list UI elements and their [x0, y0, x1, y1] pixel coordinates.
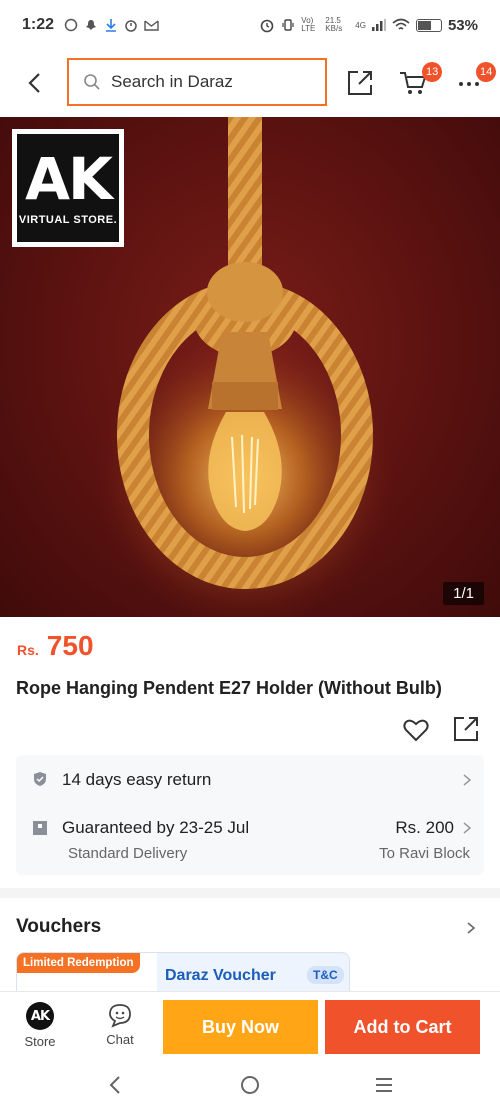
- service-card: 14 days easy return Guaranteed by 23-25 …: [16, 755, 484, 875]
- store-label: Store: [24, 1034, 56, 1049]
- store-logo: AK VIRTUAL STORE.: [12, 129, 124, 247]
- gmail-icon: [144, 20, 159, 31]
- nav-recents-button[interactable]: [372, 1073, 396, 1097]
- return-text: 14 days easy return: [62, 770, 212, 789]
- signal-type: 4G: [355, 20, 366, 30]
- bottom-action-bar: AK Store Chat Buy Now Add to Cart: [0, 991, 500, 1059]
- price-value: 750: [46, 630, 94, 661]
- chevron-right-icon: [463, 822, 472, 834]
- chevron-left-icon: [109, 1076, 120, 1094]
- delivery-location: To Ravi Block: [379, 845, 470, 862]
- chat-button[interactable]: Chat: [95, 1002, 145, 1047]
- share-button[interactable]: [343, 66, 377, 100]
- download-icon: [106, 19, 117, 32]
- vouchers-title: Vouchers: [16, 916, 102, 937]
- search-input[interactable]: Search in Daraz: [67, 58, 327, 106]
- return-row[interactable]: 14 days easy return: [16, 767, 484, 807]
- delivery-guarantee: Guaranteed by 23-25 Jul: [62, 818, 250, 837]
- delivery-type: Standard Delivery: [68, 845, 188, 862]
- alarm-icon: [260, 19, 274, 33]
- network-type: Vo) LTE: [301, 16, 316, 33]
- back-button[interactable]: [20, 68, 50, 98]
- delivery-row[interactable]: Guaranteed by 23-25 Jul Standard Deliver…: [16, 815, 484, 870]
- system-nav-bar: [0, 1059, 500, 1111]
- more-icon: [459, 82, 479, 86]
- section-divider: [0, 888, 500, 898]
- product-title: Rope Hanging Pendent E27 Holder (Without…: [16, 678, 442, 698]
- status-left: 1:22: [22, 16, 159, 34]
- shield-check-icon: [34, 772, 46, 786]
- snapchat-icon: [86, 20, 97, 30]
- wishlist-button[interactable]: [402, 716, 430, 744]
- nav-home-button[interactable]: [238, 1073, 262, 1097]
- whatsapp-icon: [64, 18, 78, 32]
- share-icon: [348, 71, 372, 95]
- wifi-icon: [392, 18, 410, 30]
- cart-badge: 13: [422, 62, 443, 82]
- search-placeholder: Search in Daraz: [111, 72, 233, 91]
- network-speed: 21.5 KB/s: [325, 16, 343, 33]
- share-icon: [454, 717, 478, 741]
- chevron-right-icon[interactable]: [466, 921, 476, 935]
- store-logo-inner: AK VIRTUAL STORE.: [17, 134, 119, 242]
- chevron-right-icon: [463, 774, 472, 786]
- menu-lines-icon: [376, 1078, 392, 1092]
- chat-label: Chat: [106, 1032, 134, 1047]
- store-logo-text: AK: [25, 145, 113, 213]
- status-time: 1:22: [22, 16, 55, 33]
- price: Rs. 750: [17, 630, 94, 662]
- chevron-left-icon: [28, 73, 40, 93]
- battery-icon: [415, 18, 442, 32]
- price-currency: Rs.: [17, 642, 39, 658]
- top-bar: Search in Daraz 13 14: [0, 52, 500, 112]
- store-avatar: AK: [26, 1002, 54, 1030]
- store-logo-sub: VIRTUAL STORE.: [18, 214, 118, 226]
- more-button[interactable]: 14: [452, 62, 497, 100]
- tc-badge[interactable]: T&C: [307, 966, 344, 984]
- limited-redemption-tag: Limited Redemption: [17, 953, 140, 973]
- more-badge: 14: [476, 62, 497, 82]
- voucher-name: Daraz Voucher: [165, 967, 276, 984]
- home-circle-icon: [241, 1076, 259, 1094]
- store-button[interactable]: AK Store: [15, 1002, 65, 1049]
- search-icon: [84, 74, 100, 90]
- timer-icon: [125, 20, 137, 32]
- image-counter: 1/1: [443, 582, 484, 605]
- delivery-fee: Rs. 200: [395, 818, 454, 837]
- nav-back-button[interactable]: [104, 1073, 128, 1097]
- cart-button[interactable]: 13: [396, 62, 443, 100]
- status-right: Vo) LTE 21.5 KB/s 4G 53%: [259, 17, 478, 34]
- product-image[interactable]: AK VIRTUAL STORE. 1/1: [0, 117, 500, 617]
- battery-percent: 53%: [447, 16, 478, 34]
- heart-icon: [403, 719, 429, 742]
- add-to-cart-button[interactable]: Add to Cart: [325, 1000, 480, 1054]
- package-icon: [33, 821, 47, 835]
- status-bar: 1:22 Vo) LTE 21.5 KB/s 4G 53%: [0, 0, 500, 50]
- vibrate-icon: [282, 19, 294, 31]
- signal-icon: [371, 19, 386, 31]
- chat-icon: [109, 1004, 131, 1028]
- buy-now-button[interactable]: Buy Now: [163, 1000, 318, 1054]
- share-product-button[interactable]: [452, 715, 480, 743]
